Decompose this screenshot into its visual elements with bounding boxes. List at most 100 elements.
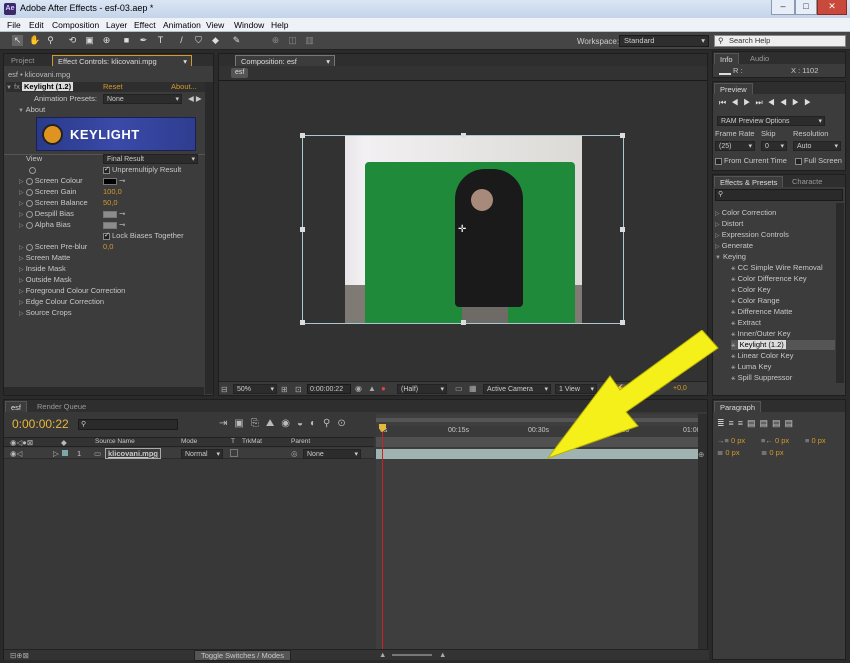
puppet-pin-tool-icon[interactable]: ✎	[231, 35, 242, 46]
alpha-bias-row[interactable]: ▷ Alpha Bias	[19, 220, 71, 229]
effect-item[interactable]: ⚹ Inner/Outer Key	[731, 329, 791, 339]
layer-visibility-icon[interactable]: ◉◁	[10, 449, 22, 458]
eraser-tool-icon[interactable]: ◆	[210, 35, 221, 46]
about-group[interactable]: ▼ About	[18, 105, 45, 114]
current-time-field[interactable]: 0:00:00:22	[307, 384, 351, 394]
horizontal-scrollbar[interactable]	[4, 387, 204, 395]
scrollbar[interactable]	[836, 203, 844, 383]
screen-balance-row[interactable]: ▷ Screen Balance	[19, 198, 88, 207]
always-preview-icon[interactable]: ⊟	[221, 385, 228, 394]
axis-mode-icon[interactable]: ⊕	[270, 35, 281, 46]
group-outside-mask[interactable]: ▷ Outside Mask	[19, 275, 72, 284]
snapshot-icon[interactable]: ◉	[355, 384, 362, 393]
tab-audio[interactable]: Audio	[745, 53, 774, 64]
group-source-crops[interactable]: ▷ Source Crops	[19, 308, 72, 317]
group-inside-mask[interactable]: ▷ Inside Mask	[19, 264, 66, 273]
preview-resolution-select[interactable]: Auto	[793, 141, 841, 151]
playhead-line[interactable]	[382, 424, 383, 659]
scrollbar[interactable]	[205, 82, 213, 394]
tab-character[interactable]: Characte	[787, 176, 827, 187]
screen-preblur-row[interactable]: ▷ Screen Pre-blur	[19, 242, 87, 251]
screen-gain-value[interactable]: 100,0	[103, 187, 122, 196]
category-generate[interactable]: ▷ Generate	[715, 241, 753, 250]
zoom-out-icon[interactable]: ▲	[379, 650, 386, 659]
effect-item[interactable]: ⚹ Luma Key	[731, 362, 771, 372]
timeline-icon[interactable]: ▤	[629, 384, 637, 393]
preserve-transparency-checkbox[interactable]	[230, 449, 238, 457]
tab-info[interactable]: Info	[714, 53, 739, 64]
about-link[interactable]: About...	[171, 82, 197, 91]
time-graph[interactable]: 0s 00:15s 00:30s 00:45s 01:00	[376, 414, 701, 659]
camera-view-select[interactable]: Active Camera	[483, 384, 551, 394]
pickwhip-icon[interactable]: ◎	[291, 449, 298, 458]
world-axis-icon[interactable]: ◫	[287, 35, 298, 46]
effect-item[interactable]: ⚹ Spill Suppressor	[731, 373, 792, 383]
search-help-input[interactable]: ⚲ Search Help	[714, 35, 846, 47]
timeline-search-input[interactable]: ⚲	[78, 419, 178, 430]
menu-file[interactable]: File	[7, 20, 21, 30]
rotate-tool-icon[interactable]: ⟲	[67, 35, 78, 46]
col-t[interactable]: T	[231, 438, 235, 445]
time-navigator[interactable]	[376, 418, 698, 422]
layer-duration-bar[interactable]	[376, 449, 698, 459]
playback-controls[interactable]: ⏮◀▶⏭◀◀▶▶	[719, 98, 816, 108]
eyedropper-icon[interactable]: ⊸	[119, 176, 125, 185]
lock-biases-checkbox[interactable]: Lock Biases Together	[103, 231, 184, 240]
layer-expand-icon[interactable]: ▷	[53, 449, 59, 458]
tab-effect-controls[interactable]: Effect Controls: klicovani.mpg ▾	[52, 55, 192, 66]
reset-exposure-icon[interactable]: ◐	[657, 384, 662, 393]
exposure-value[interactable]: +0,0	[673, 385, 687, 392]
hand-tool-icon[interactable]: ✋	[29, 35, 40, 46]
fast-previews-icon[interactable]: ⚡	[615, 384, 625, 393]
category-expression-controls[interactable]: ▷ Expression Controls	[715, 230, 789, 239]
paragraph-align-icons[interactable]: ≣≡≡▤▤▤▤	[717, 418, 797, 429]
effect-item-keylight-selected[interactable]: ⚹ Keylight (1.2)	[731, 340, 835, 350]
preset-nav-icon[interactable]: ◀ ▶	[188, 94, 202, 103]
space-after-field[interactable]: ≣ 0 px	[761, 448, 784, 457]
skip-select[interactable]: 0	[761, 141, 787, 151]
group-edge-colour-correction[interactable]: ▷ Edge Colour Correction	[19, 297, 104, 306]
maximize-button[interactable]: □	[795, 0, 817, 15]
show-snapshot-icon[interactable]: ▲	[368, 384, 376, 393]
menu-edit[interactable]: Edit	[29, 20, 44, 30]
effect-item[interactable]: ⚹ Color Difference Key	[731, 274, 807, 284]
anchor-point-icon[interactable]: ✛	[458, 224, 466, 235]
space-before-field[interactable]: ≣ 0 px	[717, 448, 740, 457]
clone-stamp-tool-icon[interactable]: ⛉	[193, 35, 204, 46]
layer-name[interactable]: klicovani.mpg	[105, 448, 162, 459]
camera-tool-icon[interactable]: ▣	[84, 35, 95, 46]
eyedropper-icon[interactable]: ⊸	[119, 209, 125, 218]
full-screen-checkbox[interactable]: Full Screen	[795, 156, 842, 165]
effect-item[interactable]: ⚹ Difference Matte	[731, 307, 792, 317]
zoom-tool-icon[interactable]: ⚲	[45, 35, 56, 46]
comp-subtab-esf[interactable]: esf	[231, 68, 249, 78]
menu-composition[interactable]: Composition	[52, 20, 99, 30]
category-keying[interactable]: ▼ Keying	[715, 252, 746, 261]
region-of-interest-icon[interactable]: ▭	[455, 384, 463, 393]
type-tool-icon[interactable]: T	[155, 35, 166, 46]
unpremultiply-checkbox[interactable]: Unpremultiply Result	[103, 165, 181, 174]
first-line-field[interactable]: ≡ 0 px	[805, 436, 826, 445]
indent-right-field[interactable]: ≡← 0 px	[761, 436, 789, 445]
tab-effects-presets[interactable]: Effects & Presets	[714, 176, 784, 187]
expand-icon[interactable]: ▼	[6, 85, 12, 91]
reset-link[interactable]: Reset	[103, 82, 123, 91]
menu-effect[interactable]: Effect	[134, 20, 156, 30]
unpremultiply-stopwatch[interactable]	[29, 165, 38, 174]
view-layout-select[interactable]: 1 View	[555, 384, 597, 394]
workspace-select[interactable]: Standard ▾	[619, 35, 709, 47]
tab-timeline-esf[interactable]: esf	[5, 401, 28, 412]
despill-bias-swatch[interactable]: ⊸	[103, 209, 125, 218]
work-area-bar[interactable]	[376, 437, 698, 447]
category-color-correction[interactable]: ▷ Color Correction	[715, 208, 776, 217]
flowchart-icon[interactable]: ✣	[643, 384, 650, 393]
table-row[interactable]: ◉◁ ▷ 1 ▭ klicovani.mpg Normal ◎ None	[4, 448, 374, 459]
col-source-name[interactable]: Source Name	[95, 438, 135, 445]
rectangle-tool-icon[interactable]: ■	[121, 35, 132, 46]
timeline-switch-icons[interactable]: ⇥▣⎘⛰◉◒◐⚲⊙	[219, 418, 353, 429]
screen-balance-value[interactable]: 50,0	[103, 198, 118, 207]
view-axis-icon[interactable]: ▥	[304, 35, 315, 46]
group-screen-matte[interactable]: ▷ Screen Matte	[19, 253, 70, 262]
pen-tool-icon[interactable]: ✒	[138, 35, 149, 46]
zoom-slider[interactable]	[392, 654, 432, 656]
